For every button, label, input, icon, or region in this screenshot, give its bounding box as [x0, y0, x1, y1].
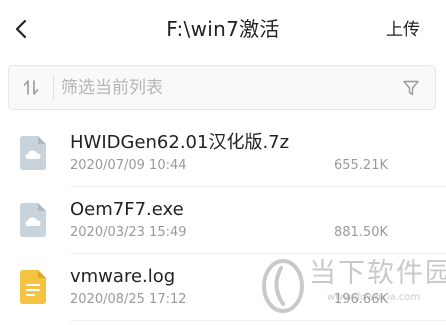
file-list: HWIDGen62.01汉化版.7z 2020/07/09 10:44 655.… [0, 120, 446, 321]
file-date: 2020/03/23 15:49 [70, 225, 187, 240]
file-row[interactable]: vmware.log 2020/08/25 17:12 196.66K [0, 254, 446, 321]
filter-button[interactable] [399, 76, 423, 100]
file-date: 2020/07/09 10:44 [70, 158, 187, 173]
cloud-file-icon [20, 136, 46, 170]
file-row[interactable]: Oem7F7.exe 2020/03/23 15:49 881.50K [0, 187, 446, 254]
filter-input[interactable] [61, 72, 381, 103]
sort-button[interactable] [9, 66, 53, 109]
file-size: 881.50K [333, 225, 388, 240]
search-divider [53, 75, 54, 100]
file-date: 2020/08/25 17:12 [70, 292, 187, 307]
document-file-icon [20, 270, 46, 304]
app-header: F:\win7激活 上传 [0, 0, 446, 58]
file-row[interactable]: HWIDGen62.01汉化版.7z 2020/07/09 10:44 655.… [0, 120, 446, 187]
sort-arrows-icon [23, 79, 39, 95]
upload-button[interactable]: 上传 [386, 19, 420, 41]
row-divider [70, 320, 446, 321]
filter-bar [8, 65, 436, 110]
cloud-file-icon [20, 203, 46, 237]
file-name: vmware.log [70, 266, 176, 287]
file-size: 196.66K [333, 292, 388, 307]
filter-funnel-icon [403, 80, 419, 96]
page-title: F:\win7激活 [166, 17, 280, 41]
file-name: Oem7F7.exe [70, 199, 184, 220]
file-name: HWIDGen62.01汉化版.7z [70, 132, 290, 153]
file-size: 655.21K [333, 158, 388, 173]
